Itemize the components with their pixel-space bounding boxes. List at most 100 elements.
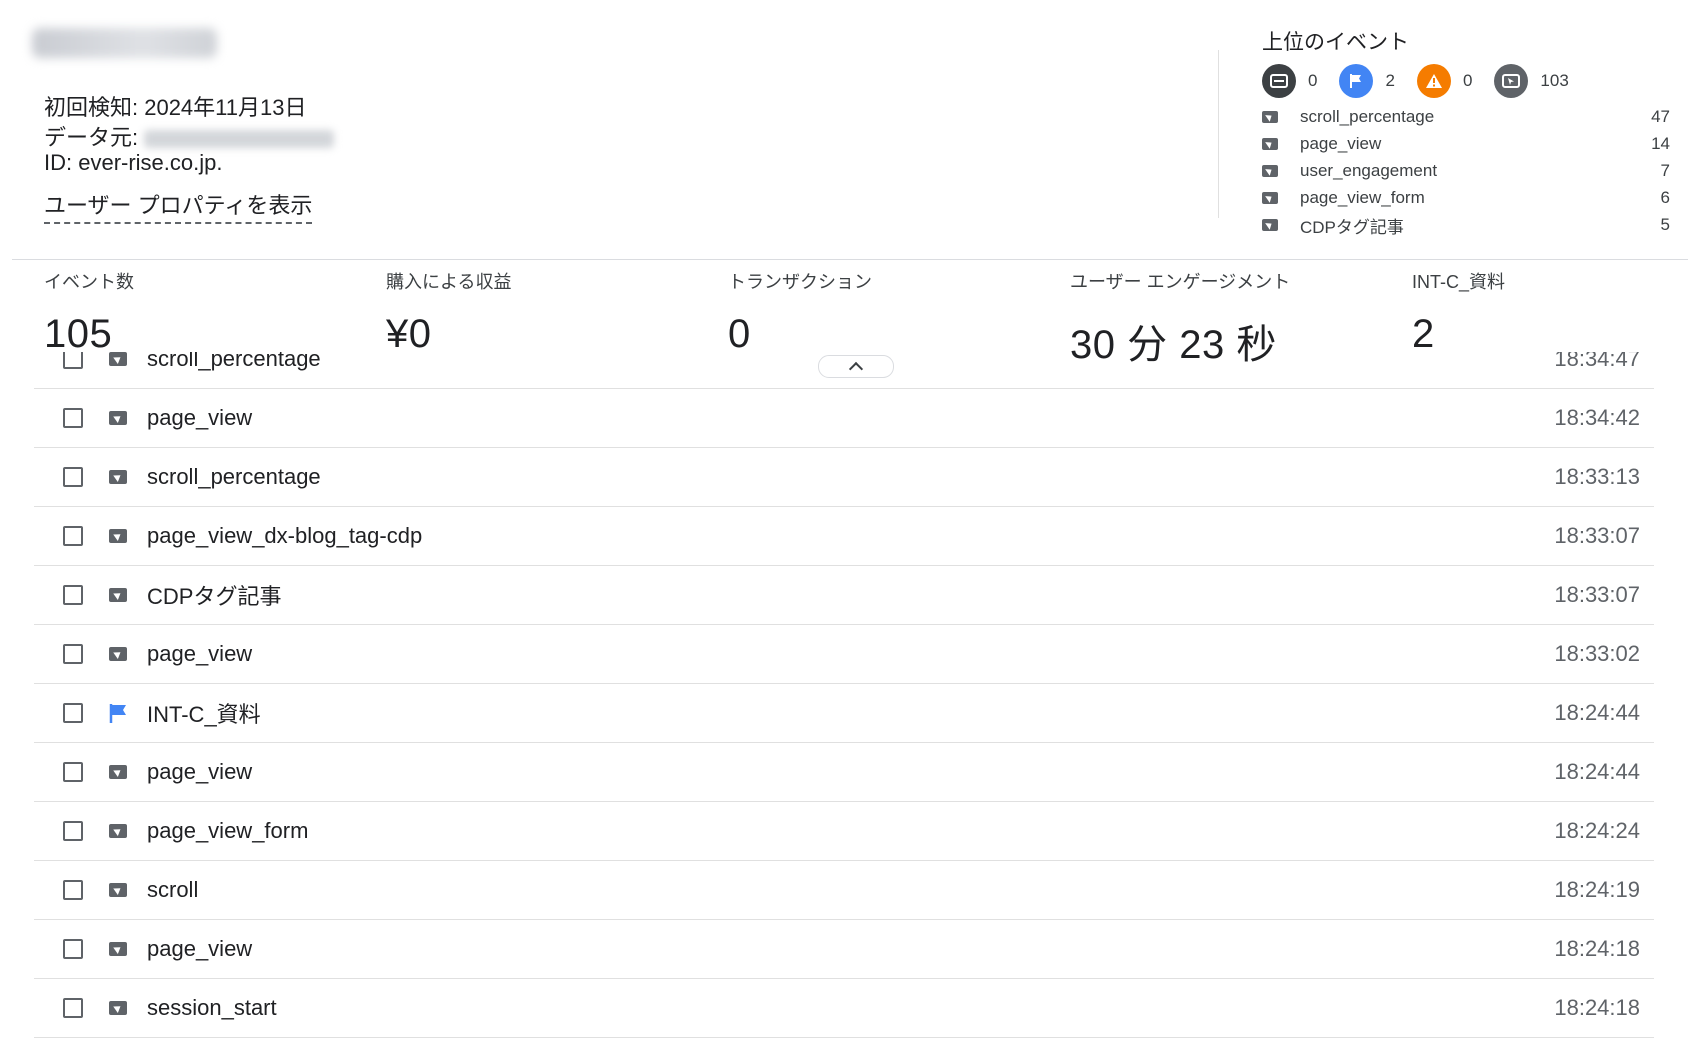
cursor-icon	[1262, 111, 1278, 123]
cursor-icon	[1262, 138, 1278, 150]
top-event-item[interactable]: scroll_percentage 47	[1262, 104, 1670, 130]
cursor-icon	[1262, 192, 1278, 204]
metric-value: 105	[44, 312, 113, 356]
page-count: 0	[1308, 71, 1318, 90]
flag-icon	[107, 702, 129, 724]
event-type-counts: 0 2 0 103	[1262, 64, 1591, 98]
event-row[interactable]: scroll 18:24:19	[34, 861, 1654, 920]
event-row[interactable]: session_start 18:24:18	[34, 979, 1654, 1038]
event-name: page_view	[147, 936, 253, 961]
cursor-icon	[107, 466, 129, 488]
event-name: scroll_percentage	[147, 464, 321, 489]
metric-value: ¥0	[386, 312, 432, 356]
row-checkbox[interactable]	[63, 352, 83, 369]
event-row[interactable]: page_view 18:24:44	[34, 743, 1654, 802]
cursor-icon	[107, 761, 129, 783]
metric-label: INT-C_資料	[1412, 272, 1506, 292]
row-checkbox[interactable]	[63, 585, 83, 605]
metric-label: ユーザー エンゲージメント	[1070, 272, 1291, 292]
top-event-name: page_view_form	[1300, 188, 1425, 207]
metric-event-count: イベント数 105	[44, 268, 134, 357]
metric-purchase-revenue: 購入による収益 ¥0	[386, 268, 511, 357]
event-name: scroll	[147, 877, 199, 902]
event-name: page_view	[147, 405, 253, 430]
event-row[interactable]: page_view 18:24:18	[34, 920, 1654, 979]
page-icon	[1262, 64, 1296, 98]
event-time: 18:24:19	[1554, 877, 1640, 902]
cursor-count: 103	[1540, 71, 1569, 90]
top-event-name: CDPタグ記事	[1300, 217, 1404, 237]
event-name: page_view	[147, 641, 253, 666]
event-time: 18:33:02	[1554, 641, 1640, 666]
event-row[interactable]: page_view 18:33:02	[34, 625, 1654, 684]
event-row[interactable]: INT-C_資料 18:24:44	[34, 684, 1654, 743]
event-time: 18:24:44	[1554, 759, 1640, 784]
metric-label: トランザクション	[728, 272, 872, 292]
metric-value: 2	[1412, 312, 1435, 356]
event-time: 18:24:24	[1554, 818, 1640, 843]
top-event-name: page_view	[1300, 134, 1382, 153]
event-row[interactable]: scroll_percentage 18:33:13	[34, 448, 1654, 507]
event-time: 18:33:07	[1554, 523, 1640, 548]
event-name: CDPタグ記事	[147, 584, 282, 609]
top-event-name: scroll_percentage	[1300, 107, 1435, 126]
event-row[interactable]: page_view_form 18:24:24	[34, 802, 1654, 861]
cursor-icon	[1262, 219, 1278, 231]
event-name: page_view_form	[147, 818, 309, 843]
cursor-icon	[107, 938, 129, 960]
top-events-title: 上位のイベント	[1262, 31, 1409, 54]
event-row[interactable]: page_view_dx-blog_tag-cdp 18:33:07	[34, 507, 1654, 566]
event-list-viewport[interactable]: scroll_percentage 18:34:47 page_view 18:…	[0, 352, 1700, 1042]
metric-label: イベント数	[44, 272, 134, 292]
cursor-icon	[107, 997, 129, 1019]
data-source-value-blurred	[144, 130, 335, 149]
cursor-icon	[107, 352, 129, 370]
header-divider	[12, 259, 1688, 260]
cursor-icon	[1262, 165, 1278, 177]
row-checkbox[interactable]	[63, 762, 83, 782]
row-checkbox[interactable]	[63, 526, 83, 546]
event-time: 18:24:18	[1554, 995, 1640, 1020]
data-source: データ元:	[44, 120, 335, 152]
metric-int-c-document: INT-C_資料 2	[1412, 268, 1505, 357]
top-event-item[interactable]: CDPタグ記事 5	[1262, 212, 1670, 238]
metric-label: 購入による収益	[386, 272, 512, 292]
cursor-icon	[1494, 64, 1529, 98]
view-user-properties-link[interactable]: ユーザー プロパティを表示	[44, 188, 313, 224]
metric-transactions: トランザクション 0	[728, 268, 872, 357]
event-time: 18:24:44	[1554, 700, 1640, 725]
event-time: 18:34:42	[1554, 405, 1640, 430]
top-event-count: 5	[1660, 215, 1670, 234]
top-event-count: 7	[1660, 161, 1670, 180]
row-checkbox[interactable]	[63, 467, 83, 487]
top-event-name: user_engagement	[1300, 161, 1438, 180]
flag-count: 2	[1385, 71, 1395, 90]
row-checkbox[interactable]	[63, 880, 83, 900]
event-row[interactable]: page_view 18:34:42	[34, 389, 1654, 448]
event-time: 18:24:18	[1554, 936, 1640, 961]
user-id-blurred	[32, 28, 217, 58]
cursor-icon	[107, 879, 129, 901]
first-seen: 初回検知: 2024年11月13日	[44, 95, 307, 120]
metric-value: 0	[728, 312, 751, 356]
collapse-button[interactable]	[818, 355, 894, 378]
chevron-up-icon	[848, 361, 864, 377]
top-event-item[interactable]: page_view_form 6	[1262, 185, 1670, 211]
event-time: 18:33:07	[1554, 582, 1640, 607]
row-checkbox[interactable]	[63, 644, 83, 664]
cursor-icon	[107, 820, 129, 842]
section-divider	[1218, 50, 1219, 218]
top-event-item[interactable]: page_view 14	[1262, 131, 1670, 157]
data-source-label: データ元:	[44, 125, 139, 150]
cursor-icon	[107, 407, 129, 429]
top-event-item[interactable]: user_engagement 7	[1262, 158, 1670, 184]
event-name: page_view	[147, 759, 253, 784]
event-time: 18:34:47	[1554, 352, 1640, 371]
row-checkbox[interactable]	[63, 703, 83, 723]
event-name: page_view_dx-blog_tag-cdp	[147, 523, 423, 548]
row-checkbox[interactable]	[63, 939, 83, 959]
event-row[interactable]: CDPタグ記事 18:33:07	[34, 566, 1654, 625]
row-checkbox[interactable]	[63, 408, 83, 428]
row-checkbox[interactable]	[63, 998, 83, 1018]
row-checkbox[interactable]	[63, 821, 83, 841]
